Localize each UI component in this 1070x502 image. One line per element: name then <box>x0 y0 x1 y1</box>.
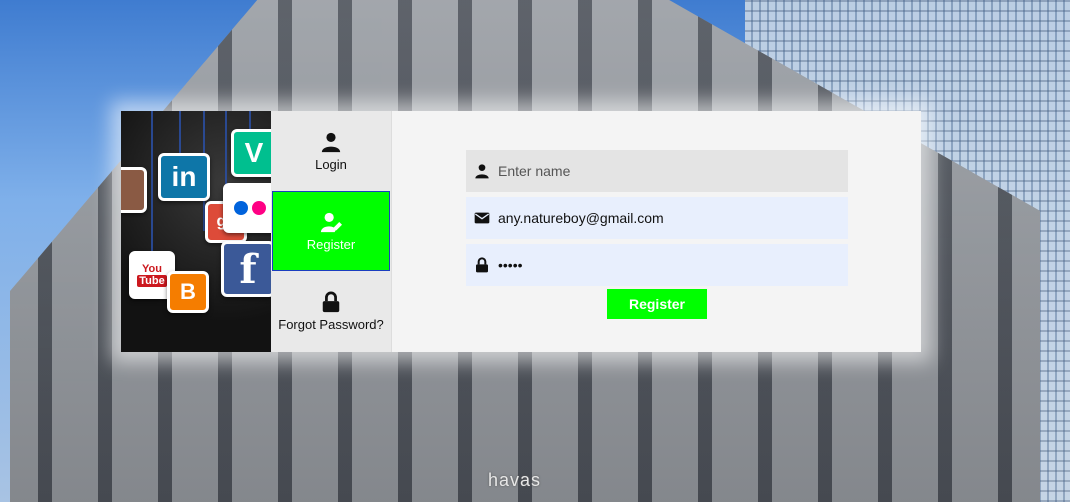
email-input[interactable] <box>496 196 848 240</box>
email-field <box>466 196 848 240</box>
register-button[interactable]: Register <box>607 289 707 319</box>
tab-register-label: Register <box>306 236 356 252</box>
user-icon <box>475 164 489 179</box>
vine-icon: V <box>231 129 271 177</box>
name-field <box>466 149 848 193</box>
tab-forgot-password[interactable]: Forgot Password? <box>271 271 391 351</box>
tab-register[interactable]: Register <box>272 191 390 271</box>
facebook-icon: f <box>221 241 271 297</box>
lock-icon <box>476 257 488 273</box>
auth-card: in V g+ YouTube B f Login Register <box>121 111 921 352</box>
tab-login-label: Login <box>315 156 347 172</box>
social-media-image: in V g+ YouTube B f <box>121 111 271 352</box>
instagram-icon <box>121 167 147 213</box>
password-input[interactable] <box>496 243 848 287</box>
tab-login[interactable]: Login <box>271 111 391 191</box>
blogger-icon: B <box>167 271 209 313</box>
name-input[interactable] <box>496 149 848 193</box>
user-icon <box>321 132 341 152</box>
tab-forgot-password-label: Forgot Password? <box>278 316 384 332</box>
linkedin-icon: in <box>158 153 210 201</box>
password-field <box>466 243 848 287</box>
flickr-icon <box>223 183 271 233</box>
user-edit-icon <box>320 212 342 232</box>
lock-icon <box>322 291 340 312</box>
building-sign: havas <box>488 470 542 490</box>
register-form: Register <box>392 111 921 352</box>
envelope-icon <box>474 212 490 224</box>
auth-tabs: Login Register Forgot Password? <box>271 111 392 352</box>
